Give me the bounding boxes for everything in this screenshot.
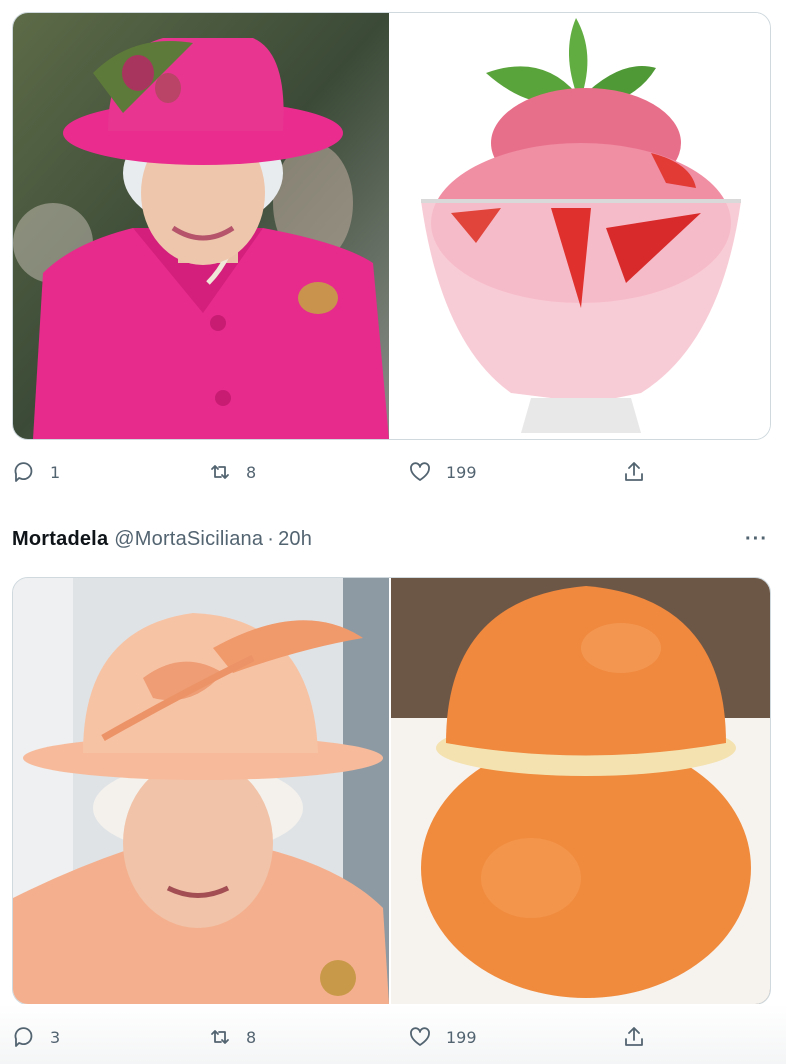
tweet2-photo-queen-peach[interactable]: [13, 578, 389, 1004]
like-icon: [410, 1027, 430, 1046]
tweet2-like-button[interactable]: 199: [408, 1017, 477, 1057]
tweet1-reply-button[interactable]: 1: [12, 452, 60, 492]
tweet1-action-bar: 1 8 199: [12, 452, 652, 492]
like-icon: [410, 462, 430, 481]
tweet1-reply-count: 1: [50, 462, 61, 482]
tweet2-timestamp[interactable]: 20h: [278, 528, 312, 551]
retweet-icon: [211, 1030, 229, 1044]
retweet-icon: [211, 465, 229, 479]
queen-peach-image: [13, 578, 389, 1004]
tweet2-share-button[interactable]: [622, 1017, 646, 1057]
tweet2-reply-count: 3: [50, 1027, 61, 1047]
reply-icon: [14, 462, 33, 482]
tweet1-photo-strawberry-icecream[interactable]: [391, 13, 770, 439]
tweet2-author-name[interactable]: Mortadela: [12, 528, 108, 551]
share-icon: [625, 1027, 643, 1046]
tweet2-header: Mortadela @MortaSiciliana · 20h: [12, 524, 772, 554]
tweet1-retweet-button[interactable]: 8: [208, 452, 256, 492]
tweet1-media-grid: [12, 12, 771, 440]
tweet1-photo-queen-pink[interactable]: [13, 13, 389, 439]
tweet2-more-button[interactable]: ···: [745, 524, 768, 554]
tweet2-author-handle[interactable]: @MortaSiciliana: [114, 528, 263, 551]
strawberry-icecream-image: [391, 13, 770, 439]
tweet2-action-bar: 3 8 199: [12, 1017, 652, 1057]
tweet1-retweet-count: 8: [246, 462, 257, 482]
frozen-orange-image: [391, 578, 770, 1004]
tweet1-like-count: 199: [446, 462, 477, 482]
tweet2-separator: ·: [267, 527, 275, 550]
reply-icon: [14, 1027, 33, 1047]
tweet2-photo-frozen-orange[interactable]: [391, 578, 770, 1004]
tweet2-like-count: 199: [446, 1027, 477, 1047]
tweet2-retweet-count: 8: [246, 1027, 257, 1047]
tweet1-share-button[interactable]: [622, 452, 646, 492]
tweet2-reply-button[interactable]: 3: [12, 1017, 60, 1057]
tweet2-retweet-button[interactable]: 8: [208, 1017, 256, 1057]
tweet2-media-grid: [12, 577, 771, 1005]
queen-pink-image: [13, 13, 389, 439]
tweet1-like-button[interactable]: 199: [408, 452, 477, 492]
share-icon: [625, 462, 643, 481]
